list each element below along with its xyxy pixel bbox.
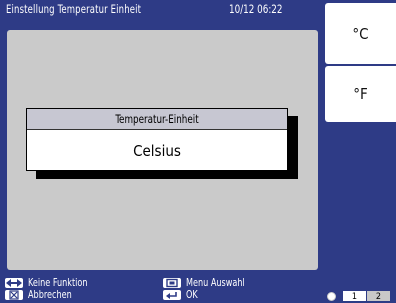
dialog-title: Temperatur-Einheit	[115, 112, 199, 126]
hint-ok: OK	[163, 289, 200, 301]
hint-menu: Menu Auswahl	[163, 277, 258, 289]
dialog-header: Temperatur-Einheit	[27, 109, 287, 130]
hint-cancel: Abbrechen	[5, 289, 81, 301]
enter-icon	[163, 290, 181, 300]
page-indicator-icon	[327, 291, 336, 301]
cancel-icon	[5, 290, 23, 300]
left-right-arrows-icon	[5, 278, 23, 288]
page-indicator: 1 2	[327, 291, 391, 302]
page-1-tab[interactable]: 1	[343, 291, 366, 302]
fahrenheit-button[interactable]: °F	[325, 66, 396, 122]
celsius-button[interactable]: °C	[325, 3, 396, 64]
title-bar: Einstellung Temperatur Einheit 10/12 06:…	[0, 0, 322, 30]
hint-cancel-label: Abbrechen	[28, 288, 72, 301]
screen: Einstellung Temperatur Einheit 10/12 06:…	[0, 0, 396, 302]
page-title: Einstellung Temperatur Einheit	[6, 2, 142, 16]
dialog-value: Celsius	[133, 142, 181, 160]
hint-ok-label: OK	[186, 288, 198, 301]
page-2-tab[interactable]: 2	[367, 291, 390, 302]
menu-icon	[163, 278, 181, 288]
date-time: 10/12 06:22	[229, 2, 283, 16]
unit-dialog: Temperatur-Einheit Celsius	[26, 108, 288, 171]
